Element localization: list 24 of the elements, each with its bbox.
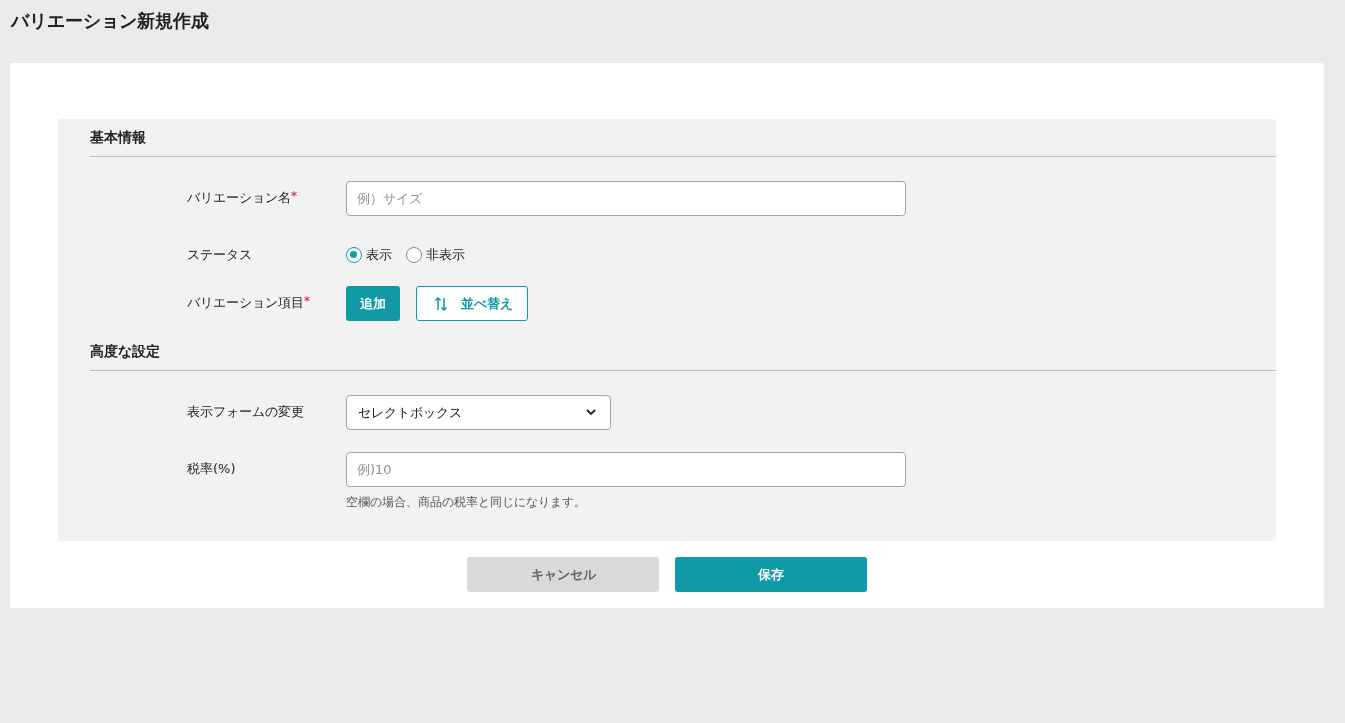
text-field[interactable]: 例）サイズ: [346, 181, 906, 216]
field-label: バリエーション名: [187, 190, 291, 205]
page-title: バリエーション新規作成: [11, 9, 210, 33]
save-button[interactable]: 保存: [675, 557, 867, 592]
chevron-down-icon: [586, 409, 596, 416]
field-label: バリエーション項目: [187, 295, 304, 310]
add-button[interactable]: 追加: [346, 286, 400, 321]
field-label: ステータス: [187, 247, 252, 262]
required-mark: *: [304, 294, 310, 308]
cancel-button[interactable]: キャンセル: [467, 557, 659, 592]
field-label: 表示フォームの変更: [187, 404, 304, 419]
text-field[interactable]: 例)10: [346, 452, 906, 487]
sort-button[interactable]: 並べ替え: [416, 286, 528, 321]
select-dropdown[interactable]: セレクトボックス: [346, 395, 611, 430]
radio-option[interactable]: 非表示: [406, 246, 465, 264]
help-text: 空欄の場合、商品の税率と同じになります。: [346, 494, 587, 511]
required-mark: *: [291, 189, 297, 203]
section-heading: 高度な設定: [90, 341, 1276, 371]
radio-icon[interactable]: [346, 247, 362, 263]
sort-arrows-icon: [435, 296, 447, 311]
field-label: 税率(%): [187, 461, 236, 476]
radio-icon[interactable]: [406, 247, 422, 263]
radio-option[interactable]: 表示: [346, 246, 392, 264]
section-heading: 基本情報: [90, 127, 1276, 157]
